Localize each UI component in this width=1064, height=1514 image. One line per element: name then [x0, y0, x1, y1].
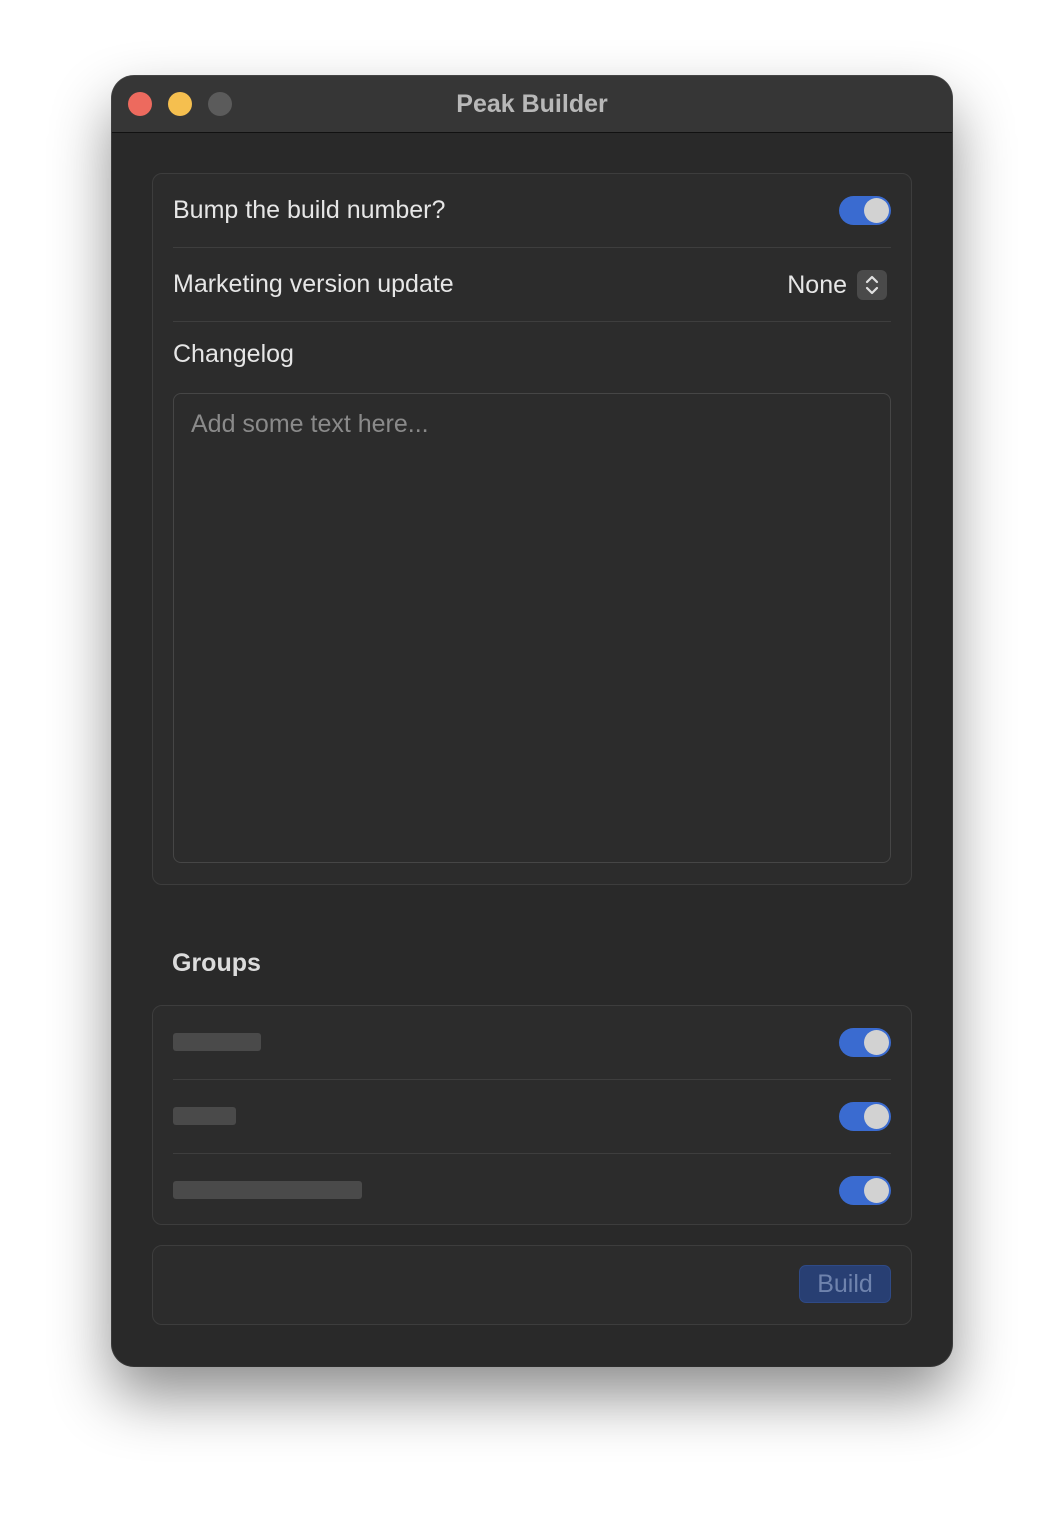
group-row: [173, 1006, 891, 1080]
app-window: Peak Builder Bump the build number? Mark…: [112, 76, 952, 1366]
marketing-version-popup[interactable]: None: [777, 270, 887, 300]
changelog-label: Changelog: [173, 340, 294, 368]
window-title: Peak Builder: [456, 90, 608, 118]
bump-build-label: Bump the build number?: [173, 196, 446, 224]
toggle-knob: [864, 1178, 889, 1203]
marketing-version-value: None: [787, 271, 847, 299]
group-name-placeholder: [173, 1033, 261, 1051]
title-bar[interactable]: Peak Builder: [112, 76, 952, 133]
group-name-placeholder: [173, 1107, 236, 1125]
build-button[interactable]: Build: [799, 1265, 891, 1303]
groups-panel: [152, 1005, 912, 1225]
group-row: [173, 1080, 891, 1154]
bump-build-row: Bump the build number?: [173, 174, 891, 248]
settings-panel: Bump the build number? Marketing version…: [152, 173, 912, 885]
actions-panel: Build: [152, 1245, 912, 1325]
group-toggle[interactable]: [839, 1028, 891, 1057]
toggle-knob: [864, 1104, 889, 1129]
marketing-version-row: Marketing version update None: [173, 248, 891, 322]
group-name-placeholder: [173, 1181, 362, 1199]
bump-build-toggle[interactable]: [839, 196, 891, 225]
changelog-textarea[interactable]: [173, 393, 891, 863]
toggle-knob: [864, 198, 889, 223]
toggle-knob: [864, 1030, 889, 1055]
group-toggle[interactable]: [839, 1176, 891, 1205]
group-toggle[interactable]: [839, 1102, 891, 1131]
group-row: [173, 1154, 891, 1227]
chevron-up-down-icon: [857, 270, 887, 300]
marketing-version-label: Marketing version update: [173, 270, 454, 298]
groups-heading: Groups: [172, 949, 261, 977]
